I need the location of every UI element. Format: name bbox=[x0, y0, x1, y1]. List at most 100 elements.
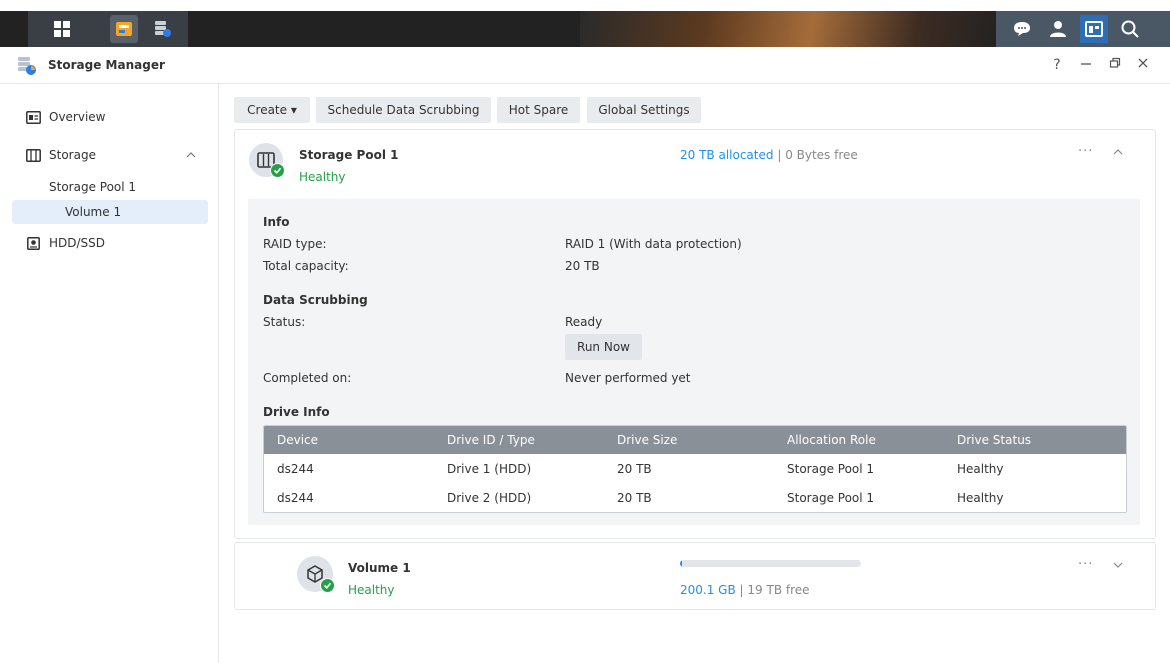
table-cell-drive-status: Healthy bbox=[957, 491, 1004, 505]
desktop-top-strip bbox=[0, 0, 1170, 11]
global-settings-button[interactable]: Global Settings bbox=[587, 97, 701, 123]
sidebar-item-overview[interactable]: Overview bbox=[12, 105, 208, 129]
taskbar bbox=[0, 11, 1170, 47]
package-icon bbox=[116, 22, 132, 36]
minimize-icon bbox=[1081, 63, 1091, 65]
column-header-drive-id[interactable]: Drive ID / Type bbox=[447, 433, 535, 447]
total-capacity-label: Total capacity: bbox=[263, 259, 349, 273]
volume-free-text: 19 TB free bbox=[747, 583, 810, 597]
drive-info-table: Device Drive ID / Type Drive Size Alloca… bbox=[263, 425, 1127, 513]
chat-bubble-icon bbox=[1014, 22, 1030, 36]
column-header-allocation-role[interactable]: Allocation Role bbox=[787, 433, 876, 447]
package-center-button[interactable] bbox=[110, 15, 138, 43]
close-icon bbox=[1138, 58, 1148, 68]
sidebar-item-volume-1[interactable]: Volume 1 bbox=[12, 200, 208, 224]
sidebar-item-hdd-ssd[interactable]: HDD/SSD bbox=[12, 231, 208, 255]
create-button[interactable]: Create ▾ bbox=[234, 97, 310, 123]
total-capacity-value: 20 TB bbox=[565, 259, 600, 273]
completed-on-label: Completed on: bbox=[263, 371, 352, 385]
storage-icon bbox=[25, 147, 41, 163]
healthy-check-icon bbox=[320, 578, 335, 593]
overview-icon bbox=[25, 109, 41, 125]
storage-pool-status: Healthy bbox=[299, 170, 346, 184]
chevron-down-icon[interactable] bbox=[1113, 562, 1123, 569]
storage-manager-taskbar-button[interactable] bbox=[148, 15, 176, 43]
volume-usage-fill bbox=[680, 560, 682, 567]
window-title: Storage Manager bbox=[48, 58, 165, 72]
close-button[interactable] bbox=[1135, 57, 1151, 73]
notifications-button[interactable] bbox=[1008, 15, 1036, 43]
restore-button[interactable] bbox=[1107, 57, 1123, 73]
grid-icon bbox=[54, 21, 70, 37]
sidebar-item-label: Overview bbox=[49, 110, 106, 124]
restore-icon bbox=[1109, 57, 1121, 68]
scrub-status-value: Ready bbox=[565, 315, 603, 329]
user-button[interactable] bbox=[1044, 15, 1072, 43]
column-header-device[interactable]: Device bbox=[277, 433, 318, 447]
search-button[interactable] bbox=[1116, 15, 1144, 43]
table-row[interactable]: ds244 Drive 1 (HDD) 20 TB Storage Pool 1… bbox=[264, 455, 1126, 483]
volume-status: Healthy bbox=[348, 583, 395, 597]
table-cell-device: ds244 bbox=[277, 491, 314, 505]
storage-manager-window: Storage Manager ? Overview Storage Stora… bbox=[0, 47, 1170, 663]
sidebar-item-storage[interactable]: Storage bbox=[12, 143, 208, 167]
schedule-data-scrubbing-button[interactable]: Schedule Data Scrubbing bbox=[316, 97, 491, 123]
volume-used-text: 200.1 GB bbox=[680, 583, 736, 597]
chevron-up-icon bbox=[186, 152, 196, 158]
raid-type-value: RAID 1 (With data protection) bbox=[565, 237, 742, 251]
taskbar-left-group bbox=[28, 11, 188, 47]
storage-pool-info-panel: Info RAID type: RAID 1 (With data protec… bbox=[248, 199, 1140, 525]
healthy-check-icon bbox=[270, 163, 285, 178]
completed-on-value: Never performed yet bbox=[565, 371, 691, 385]
hdd-icon bbox=[25, 235, 41, 251]
sidebar: Overview Storage Storage Pool 1 Volume 1… bbox=[0, 84, 219, 663]
table-header: Device Drive ID / Type Drive Size Alloca… bbox=[264, 426, 1126, 454]
user-icon bbox=[1050, 21, 1066, 37]
taskbar-right-group bbox=[996, 11, 1170, 47]
volume-usage-bar bbox=[680, 560, 861, 567]
minimize-button[interactable] bbox=[1078, 57, 1094, 73]
column-header-drive-size[interactable]: Drive Size bbox=[617, 433, 677, 447]
window-titlebar: Storage Manager ? bbox=[0, 47, 1170, 84]
allocated-text: 20 TB allocated bbox=[680, 148, 774, 162]
drive-info-title: Drive Info bbox=[263, 405, 330, 419]
raid-type-label: RAID type: bbox=[263, 237, 327, 251]
storage-pool-card: Storage Pool 1 Healthy 20 TB allocated |… bbox=[234, 129, 1156, 539]
table-cell-allocation-role: Storage Pool 1 bbox=[787, 462, 875, 476]
table-cell-drive-id: Drive 2 (HDD) bbox=[447, 491, 532, 505]
capacity-separator: | bbox=[777, 148, 782, 162]
run-now-button[interactable]: Run Now bbox=[565, 334, 642, 360]
sidebar-item-storage-pool-1[interactable]: Storage Pool 1 bbox=[12, 175, 208, 199]
help-button[interactable]: ? bbox=[1049, 57, 1065, 73]
chevron-up-icon[interactable] bbox=[1113, 148, 1123, 155]
info-section-title: Info bbox=[263, 215, 290, 229]
capacity-separator: | bbox=[739, 583, 744, 597]
table-cell-device: ds244 bbox=[277, 462, 314, 476]
free-text: 0 Bytes free bbox=[785, 148, 858, 162]
table-cell-drive-id: Drive 1 (HDD) bbox=[447, 462, 532, 476]
dashboard-icon bbox=[1085, 21, 1103, 37]
more-options-button[interactable]: ··· bbox=[1078, 144, 1093, 159]
storage-pool-name: Storage Pool 1 bbox=[299, 148, 399, 162]
data-scrubbing-title: Data Scrubbing bbox=[263, 293, 368, 307]
storage-manager-app-icon bbox=[18, 57, 36, 75]
wallpaper bbox=[580, 11, 1000, 47]
storage-pool-capacity: 20 TB allocated | 0 Bytes free bbox=[680, 148, 858, 162]
column-header-drive-status[interactable]: Drive Status bbox=[957, 433, 1031, 447]
scrub-status-label: Status: bbox=[263, 315, 306, 329]
volume-card: Volume 1 Healthy 200.1 GB | 19 TB free ·… bbox=[234, 542, 1156, 610]
sidebar-item-label: Storage bbox=[49, 148, 96, 162]
widgets-button[interactable] bbox=[1080, 15, 1108, 43]
table-cell-allocation-role: Storage Pool 1 bbox=[787, 491, 875, 505]
hot-spare-button[interactable]: Hot Spare bbox=[497, 97, 580, 123]
table-cell-drive-size: 20 TB bbox=[617, 462, 652, 476]
search-icon bbox=[1121, 20, 1139, 38]
storage-stack-icon bbox=[155, 21, 171, 37]
table-cell-drive-size: 20 TB bbox=[617, 491, 652, 505]
volume-name: Volume 1 bbox=[348, 561, 411, 575]
volume-capacity: 200.1 GB | 19 TB free bbox=[680, 583, 810, 597]
sidebar-item-label: HDD/SSD bbox=[49, 236, 106, 250]
table-row[interactable]: ds244 Drive 2 (HDD) 20 TB Storage Pool 1… bbox=[264, 484, 1126, 512]
more-options-button[interactable]: ··· bbox=[1078, 557, 1093, 572]
main-menu-button[interactable] bbox=[48, 15, 76, 43]
